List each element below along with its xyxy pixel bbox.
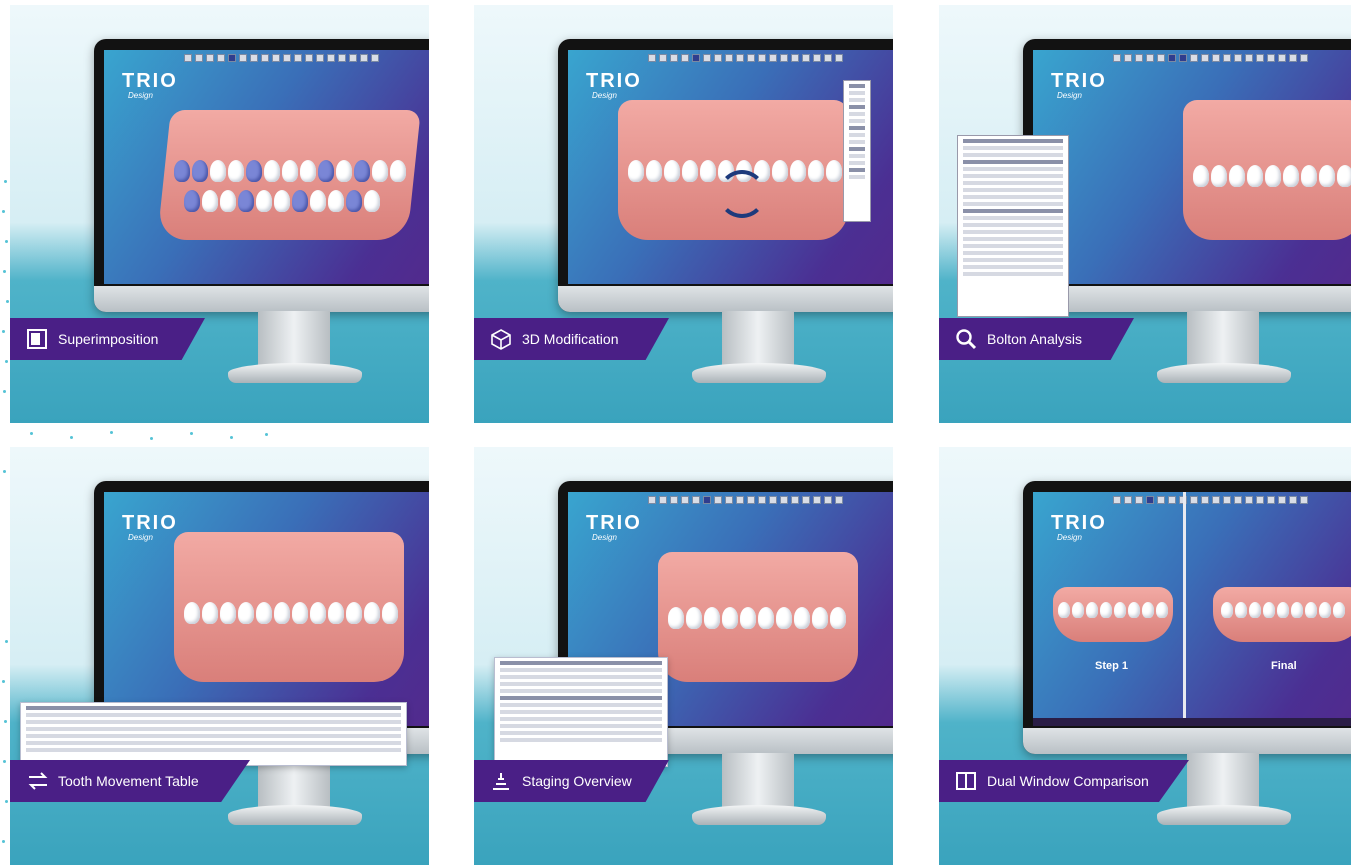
- trio-logo: TRIO Design: [586, 512, 642, 542]
- monitor-stand: [722, 311, 794, 367]
- toolbar[interactable]: [648, 496, 843, 504]
- feature-label-text: Bolton Analysis: [987, 331, 1082, 347]
- split-divider[interactable]: [1183, 492, 1186, 718]
- staging-overview-window[interactable]: [494, 657, 668, 767]
- toolbar[interactable]: [184, 54, 379, 62]
- magnifier-icon: [955, 328, 977, 350]
- monitor-base: [228, 363, 362, 383]
- feature-label-text: Dual Window Comparison: [987, 773, 1149, 789]
- superimposition-icon: [26, 328, 48, 350]
- trio-logo: TRIO Design: [1051, 70, 1107, 100]
- monitor-base: [692, 363, 826, 383]
- feature-label: Staging Overview: [474, 760, 669, 802]
- monitor-stand: [1187, 753, 1259, 809]
- feature-label: Superimposition: [10, 318, 205, 360]
- screen: TRIO Design: [104, 492, 429, 726]
- feature-label-text: Superimposition: [58, 331, 159, 347]
- swap-arrows-icon: [26, 770, 48, 792]
- monitor: TRIO Design Step 1 Final: [1023, 481, 1351, 754]
- panel-tooth-movement-table: TRIO Design Tooth Movement Table: [10, 447, 429, 865]
- feature-label-text: Tooth Movement Table: [58, 773, 199, 789]
- toolbar[interactable]: [1113, 496, 1308, 504]
- upper-teeth: [1193, 165, 1351, 187]
- toolbar[interactable]: [648, 54, 843, 62]
- trio-logo: TRIO Design: [586, 70, 642, 100]
- step-caption: Step 1: [1095, 660, 1129, 672]
- screen: TRIO Design: [1033, 50, 1351, 284]
- cube-icon: [490, 328, 512, 350]
- screen: TRIO Design: [568, 50, 893, 284]
- dual-window-icon: [955, 770, 977, 792]
- monitor: TRIO Design: [1023, 39, 1351, 312]
- panel-3d-modification: TRIO Design 3D Modification: [474, 5, 893, 423]
- screen: TRIO Design Step 1 Final: [1033, 492, 1351, 726]
- monitor-chin: [1023, 286, 1351, 312]
- monitor-base: [228, 805, 362, 825]
- upper-teeth: [184, 602, 398, 624]
- monitor: TRIO Design: [94, 39, 429, 312]
- upper-teeth: [668, 607, 846, 629]
- trio-logo: TRIO Design: [122, 70, 178, 100]
- panel-staging-overview: TRIO Design Staging Overview: [474, 447, 893, 865]
- screen: TRIO Design: [104, 50, 429, 284]
- tooth-movement-table[interactable]: [20, 702, 407, 766]
- monitor-base: [1157, 805, 1291, 825]
- panel-dual-window-comparison: TRIO Design Step 1 Final Dual Window Com…: [939, 447, 1351, 865]
- monitor-stand: [722, 753, 794, 809]
- right-teeth: [1221, 602, 1345, 618]
- rotate-handle[interactable]: [718, 170, 766, 218]
- trio-logo: TRIO Design: [122, 512, 178, 542]
- panel-superimposition: TRIO Design Superimposition: [10, 5, 429, 423]
- monitor-chin: [94, 286, 429, 312]
- monitor-stand: [258, 311, 330, 367]
- toolbar[interactable]: [1113, 54, 1308, 62]
- trio-logo: TRIO Design: [1051, 512, 1107, 542]
- monitor-base: [1157, 363, 1291, 383]
- left-teeth: [1058, 602, 1168, 618]
- monitor: TRIO Design: [558, 39, 893, 312]
- monitor-stand: [1187, 311, 1259, 367]
- feature-label: Tooth Movement Table: [10, 760, 250, 802]
- feature-label: Bolton Analysis: [939, 318, 1134, 360]
- tooth-adjust-panel[interactable]: [843, 80, 871, 222]
- feature-label-text: 3D Modification: [522, 331, 619, 347]
- staging-icon: [490, 770, 512, 792]
- lower-teeth: [184, 190, 380, 212]
- panel-bolton-analysis: TRIO Design Bolton Analysis: [939, 5, 1351, 423]
- upper-teeth: [174, 160, 406, 182]
- final-caption: Final: [1271, 660, 1297, 672]
- feature-label: 3D Modification: [474, 318, 669, 360]
- bolton-analysis-table[interactable]: [957, 135, 1069, 317]
- staging-timeline[interactable]: [1033, 718, 1351, 726]
- feature-label-text: Staging Overview: [522, 773, 632, 789]
- feature-label: Dual Window Comparison: [939, 760, 1189, 802]
- monitor-chin: [558, 286, 893, 312]
- monitor-chin: [1023, 728, 1351, 754]
- monitor-base: [692, 805, 826, 825]
